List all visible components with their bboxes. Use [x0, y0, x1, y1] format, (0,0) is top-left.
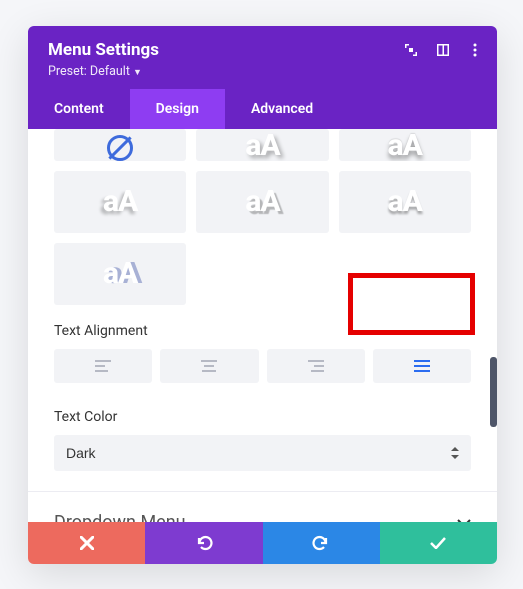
panel-header: Menu Settings Preset: Default▼: [28, 26, 497, 89]
tabs: Content Design Advanced: [28, 89, 497, 129]
shadow-option-3[interactable]: aA: [54, 171, 186, 233]
cancel-button[interactable]: [28, 522, 145, 564]
text-color-select-wrap: Dark: [54, 435, 471, 471]
align-left-button[interactable]: [54, 349, 152, 383]
shadow-option-1[interactable]: aA: [196, 129, 328, 161]
more-icon[interactable]: [467, 42, 483, 58]
undo-button[interactable]: [145, 522, 262, 564]
preset-label: Preset: Default: [48, 64, 130, 79]
text-alignment-label: Text Alignment: [54, 323, 471, 339]
header-actions: [403, 42, 483, 58]
save-button[interactable]: [380, 522, 497, 564]
shadow-option-4[interactable]: aA: [196, 171, 328, 233]
shadow-glyph: aA: [103, 187, 137, 217]
tab-advanced[interactable]: Advanced: [225, 89, 339, 129]
text-color-label: Text Color: [54, 409, 471, 425]
panel-footer: [28, 522, 497, 564]
align-justify-icon: [413, 360, 431, 372]
scrollbar-thumb[interactable]: [490, 357, 497, 427]
shadow-glyph: aA: [245, 131, 279, 161]
align-right-button[interactable]: [267, 349, 365, 383]
shadow-option-none[interactable]: [54, 129, 186, 161]
text-alignment-row: [54, 349, 471, 383]
shadow-option-6[interactable]: aA: [54, 243, 186, 305]
align-center-icon: [200, 360, 218, 372]
panel-body: aA aA aA aA aA aA Text Alignment Text Co…: [28, 129, 497, 522]
align-center-button[interactable]: [160, 349, 258, 383]
shadow-option-2[interactable]: aA: [339, 129, 471, 161]
text-color-select[interactable]: Dark: [54, 435, 471, 471]
columns-icon[interactable]: [435, 42, 451, 58]
undo-icon: [195, 534, 213, 552]
preset-selector[interactable]: Preset: Default▼: [48, 64, 477, 79]
align-left-icon: [94, 360, 112, 372]
check-icon: [430, 537, 446, 549]
accordion-dropdown-menu[interactable]: Dropdown Menu: [54, 492, 471, 522]
text-shadow-grid: aA aA aA aA aA aA: [54, 129, 471, 305]
shadow-option-5[interactable]: aA: [339, 171, 471, 233]
tab-design[interactable]: Design: [130, 89, 225, 129]
redo-button[interactable]: [263, 522, 380, 564]
tab-content[interactable]: Content: [28, 89, 130, 129]
settings-panel: Menu Settings Preset: Default▼ Content D…: [28, 26, 497, 564]
shadow-glyph: aA: [388, 187, 422, 217]
accordion-title: Dropdown Menu: [54, 512, 186, 522]
none-icon: [107, 135, 133, 161]
caret-down-icon: ▼: [133, 68, 142, 78]
close-icon: [80, 536, 94, 550]
shadow-glyph: aA: [103, 259, 137, 289]
redo-icon: [312, 534, 330, 552]
shadow-glyph: aA: [388, 131, 422, 161]
expand-icon[interactable]: [403, 42, 419, 58]
align-justify-button[interactable]: [373, 349, 471, 383]
align-right-icon: [307, 360, 325, 372]
shadow-glyph: aA: [245, 187, 279, 217]
